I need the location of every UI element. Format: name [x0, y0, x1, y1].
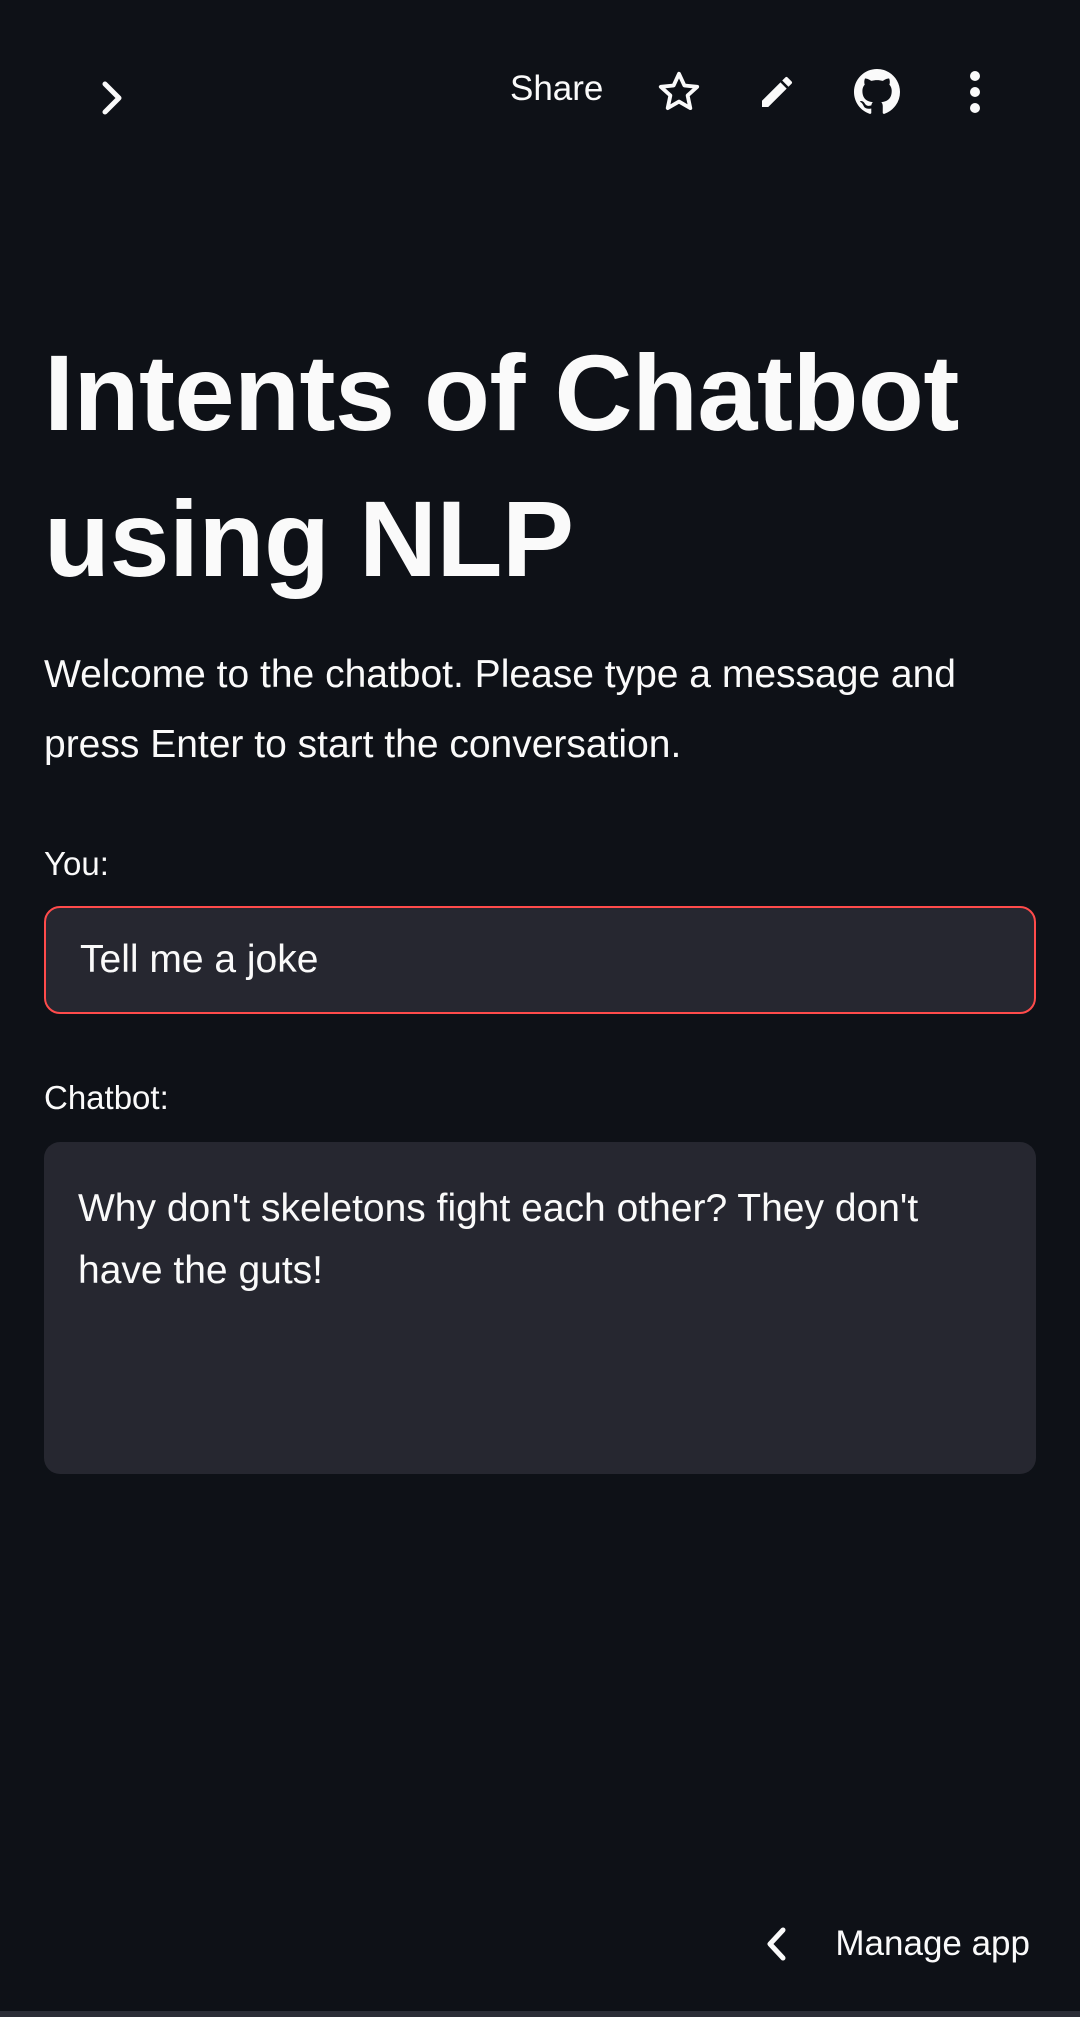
share-button[interactable]: Share — [500, 64, 613, 114]
main-content: Intents of Chatbot using NLP Welcome to … — [44, 320, 1036, 1479]
page-title: Intents of Chatbot using NLP — [44, 332, 959, 599]
main-menu-button[interactable] — [947, 64, 1003, 120]
chevron-right-icon — [102, 81, 122, 115]
app-page: Share Intents of Chatbot using NLP Welco… — [0, 0, 1080, 2017]
user-message-input[interactable] — [44, 906, 1036, 1014]
github-button[interactable] — [849, 64, 905, 120]
github-icon — [854, 69, 900, 114]
chatbot-label: Chatbot: — [44, 1079, 169, 1116]
favorite-button[interactable] — [651, 64, 707, 120]
intro-text: Welcome to the chatbot. Please type a me… — [44, 653, 956, 766]
chatbot-response-area[interactable]: Why don't skeletons fight each other? Th… — [44, 1142, 1036, 1474]
manage-app-button[interactable]: Manage app — [759, 1916, 1030, 1972]
you-label: You: — [44, 845, 109, 882]
sidebar-toggle-button[interactable] — [92, 76, 132, 120]
star-icon — [658, 71, 700, 111]
pencil-icon — [762, 76, 793, 107]
chevron-left-icon — [759, 1922, 795, 1966]
app-header: Share — [0, 0, 1080, 180]
more-vertical-icon — [970, 71, 980, 113]
manage-app-label: Manage app — [835, 1924, 1030, 1963]
edit-button[interactable] — [749, 64, 805, 120]
bottom-divider — [0, 2011, 1080, 2017]
